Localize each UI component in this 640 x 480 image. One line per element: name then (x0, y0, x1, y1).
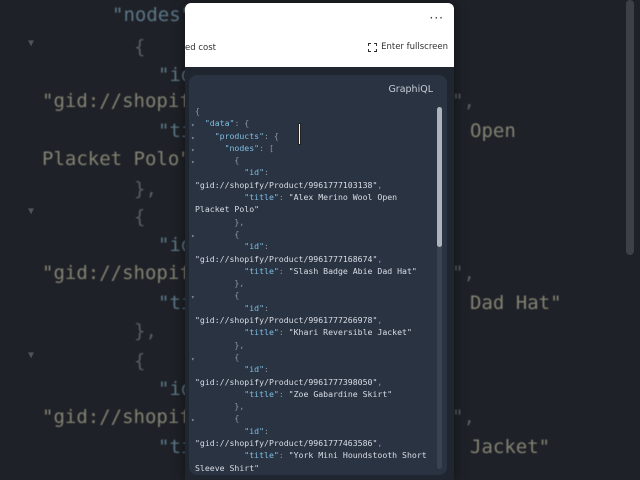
code-line: "title": "Khari Reversible Jacket" (244, 327, 412, 338)
background-code-line: { (134, 350, 146, 372)
code-line: }, (195, 339, 245, 350)
code-line: "nodes": [▾ (191, 142, 435, 154)
code-line: {▾ (191, 351, 435, 363)
code-line: }, (195, 216, 245, 227)
code-line: "gid://shopify/Product/9961777168674", (195, 253, 383, 264)
code-line: "id": (244, 241, 269, 252)
code-line: {▾ (191, 412, 435, 424)
fold-arrow-icon: ▼ (28, 38, 35, 49)
code-line: { (195, 106, 200, 116)
more-options-icon[interactable]: ··· (430, 11, 444, 25)
code-line: "gid://shopify/Product/9961777463586", (195, 438, 383, 449)
json-response[interactable]: { "data": {▾ "products": {▾ "nodes": [▾ … (191, 105, 435, 474)
code-line: Sleeve Shirt" (195, 462, 260, 473)
fold-arrow-icon: ▼ (28, 350, 35, 361)
scrollbar-thumb[interactable] (437, 107, 442, 247)
graphiql-modal: ··· ed cost Enter fullscreen GraphiQL { … (185, 3, 454, 480)
background-code-line: "nodes" (112, 4, 193, 26)
code-line: }, (195, 401, 245, 412)
code-line: {▾ (191, 154, 435, 166)
code-line: "id": (244, 167, 269, 178)
code-line: "title": "Slash Badge Abie Dad Hat" (244, 265, 417, 276)
code-line: "id": (244, 425, 269, 436)
fold-arrow-icon: ▼ (28, 206, 35, 217)
graphiql-response-card[interactable]: GraphiQL { "data": {▾ "products": {▾ "no… (189, 75, 447, 475)
text-cursor-icon (298, 123, 301, 145)
code-line: "data": {▾ (191, 117, 435, 129)
background-code-line: { (134, 206, 146, 228)
code-line: "title": "Zoe Gabardine Skirt" (244, 388, 393, 399)
fullscreen-icon (368, 42, 378, 52)
code-line: {▾ (191, 289, 435, 301)
background-code-line: ", (452, 262, 475, 284)
code-line: "gid://shopify/Product/9961777398050", (195, 376, 383, 387)
cost-label: ed cost (185, 43, 216, 53)
background-code-line: "gid://shopif (42, 90, 191, 112)
background-code-line: Dad Hat" (470, 292, 562, 314)
modal-header: ··· ed cost Enter fullscreen (185, 3, 454, 67)
graphiql-label: GraphiQL (388, 84, 433, 95)
background-code-line: }, (134, 178, 157, 200)
background-code-line: Jacket" (470, 436, 551, 458)
background-code-line: "gid://shopif (42, 262, 191, 284)
background-code-line: Placket Polo" (42, 148, 191, 170)
code-line: "id": (244, 302, 269, 313)
background-code-line: ", (452, 406, 475, 428)
code-line: Placket Polo" (195, 204, 260, 215)
code-line: }, (195, 278, 245, 289)
code-line: "gid://shopify/Product/9961777103138", (195, 179, 383, 190)
enter-fullscreen-button[interactable]: Enter fullscreen (368, 42, 448, 52)
code-line: {▾ (191, 228, 435, 240)
code-line: "id": (244, 364, 269, 375)
background-code-line: ", (452, 90, 475, 112)
background-scrollbar (626, 0, 634, 255)
code-line: "gid://shopify/Product/9961777266978", (195, 315, 383, 326)
background-code-line: }, (134, 320, 157, 342)
background-code-line: "gid://shopif (42, 406, 191, 428)
code-line: "title": "York Mini Houndstooth Short (244, 450, 427, 461)
code-line: "products": {▾ (191, 130, 435, 142)
background-code-line: { (134, 36, 146, 58)
background-code-line: Open (470, 120, 516, 142)
enter-fullscreen-label: Enter fullscreen (381, 42, 448, 52)
code-line: "title": "Alex Merino Wool Open (244, 192, 398, 203)
